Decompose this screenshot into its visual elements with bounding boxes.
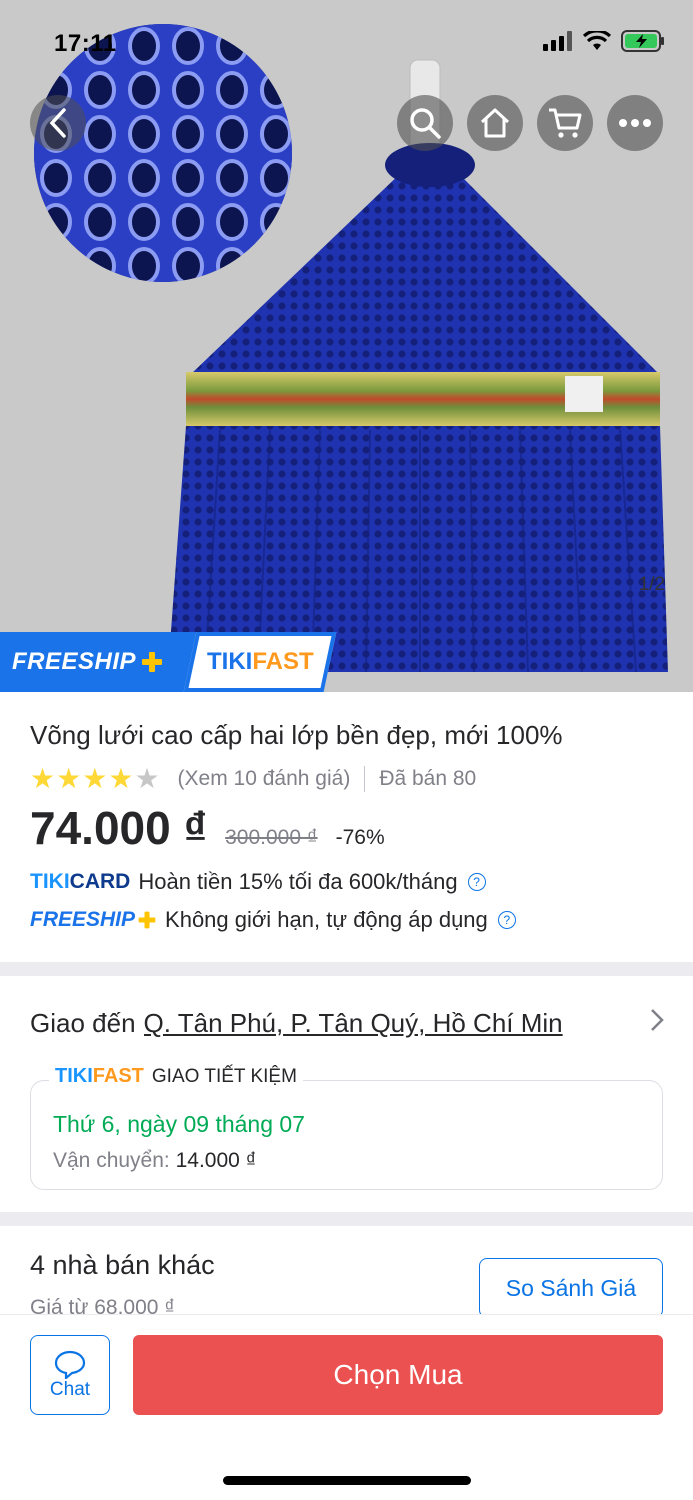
star-icon: ★ [134, 763, 160, 794]
discount-badge: -76% [335, 826, 385, 849]
home-button[interactable] [467, 95, 523, 151]
home-indicator [223, 1476, 471, 1485]
star-icon: ★ [30, 763, 56, 794]
plus-icon [142, 652, 163, 672]
tikifast-badge-fast: FAST [251, 648, 314, 675]
other-sellers-title: 4 nhà bán khác [30, 1250, 215, 1280]
back-button[interactable] [30, 95, 86, 151]
tikifast-logo-tiki: TIKI [55, 1065, 93, 1087]
product-info: Võng lưới cao cấp hai lớp bền đẹp, mới 1… [0, 692, 693, 933]
original-price: 300.000 ₫ [225, 826, 318, 849]
tikifast-badge-tiki: TIKI [206, 648, 252, 675]
chat-button[interactable]: Chat [30, 1335, 110, 1415]
delivery-section[interactable]: Giao đến Q. Tân Phú, P. Tân Quý, Hồ Chí … [0, 976, 693, 1190]
more-button[interactable] [607, 95, 663, 151]
price-row: 74.000 ₫ 300.000 ₫ -76% [30, 801, 663, 855]
tikicard-logo-tiki: TIKI [30, 870, 70, 893]
freeship-logo: FREESHIP [30, 908, 157, 932]
shipping-fee: Vận chuyển: 14.000 ₫ [53, 1149, 256, 1173]
cart-button[interactable] [537, 95, 593, 151]
section-separator [0, 1212, 693, 1226]
more-dots-icon [619, 119, 651, 127]
signal-icon [543, 31, 572, 51]
delivery-date: Thứ 6, ngày 09 tháng 07 [53, 1111, 305, 1137]
freeship-logo-text: FREESHIP [30, 908, 136, 931]
search-button[interactable] [397, 95, 453, 151]
chevron-right-icon[interactable] [649, 1006, 665, 1034]
tikifast-badge: TIKIFAST [183, 632, 337, 692]
shipping-service-name: GIAO TIẾT KIỆM [151, 1065, 297, 1087]
promo-badges: FREESHIP TIKIFAST [0, 632, 337, 692]
sold-count: Đã bán 80 [379, 767, 477, 790]
divider [364, 766, 366, 792]
star-icon: ★ [108, 763, 134, 794]
freeship-badge: FREESHIP [0, 632, 196, 692]
star-icon: ★ [56, 763, 82, 794]
star-icon: ★ [82, 763, 108, 794]
tikicard-logo: TIKICARD [30, 870, 130, 894]
rating-stars: ★ ★ ★ ★ ★ [30, 765, 160, 793]
product-title: Võng lưới cao cấp hai lớp bền đẹp, mới 1… [30, 720, 563, 750]
shipping-service-label: TIKIFAST GIAO TIẾT KIỆM [49, 1065, 303, 1088]
other-sellers-section: 4 nhà bán khác Giá từ 68.000 ₫ So Sánh G… [0, 1226, 693, 1316]
tikifast-logo-fast: FAST [92, 1065, 144, 1087]
tikifast-logo: TIKIFAST [55, 1065, 144, 1088]
status-time: 17:11 [54, 30, 117, 57]
bottom-action-bar: Chat Chọn Mua [0, 1314, 693, 1500]
tikicard-logo-card: CARD [69, 870, 131, 893]
chat-label: Chat [49, 1379, 91, 1400]
status-bar: 17:11 [0, 0, 693, 70]
tikicard-text: Hoàn tiền 15% tối đa 600k/tháng [138, 869, 458, 894]
shipping-fee-label: Vận chuyển: [53, 1149, 170, 1172]
current-price: 74.000 ₫ [30, 802, 208, 854]
reviews-link[interactable]: (Xem 10 đánh giá) [178, 767, 351, 791]
product-image-gallery[interactable]: 17:11 1/2 [0, 0, 693, 692]
delivery-address[interactable]: Q. Tân Phú, P. Tân Quý, Hồ Chí Min [144, 1008, 602, 1039]
search-icon [410, 108, 441, 139]
battery-charging-icon [621, 30, 664, 52]
freeship-badge-label: FREESHIP [12, 648, 137, 675]
plus-icon [138, 911, 156, 929]
freeship-promo[interactable]: FREESHIP Không giới hạn, tự động áp dụng… [30, 907, 663, 933]
other-sellers-price: Giá từ 68.000 ₫ [30, 1296, 176, 1316]
help-icon[interactable]: ? [467, 873, 486, 891]
delivery-prefix: Giao đến [30, 1008, 136, 1038]
tikicard-promo[interactable]: TIKICARD Hoàn tiền 15% tối đa 600k/tháng… [30, 869, 663, 895]
chevron-left-icon [49, 108, 66, 138]
cart-icon [549, 108, 582, 138]
shipping-fee-value: 14.000 ₫ [175, 1149, 257, 1172]
image-counter: 1/2 [638, 574, 665, 595]
buy-button[interactable]: Chọn Mua [133, 1335, 663, 1415]
rating-row: ★ ★ ★ ★ ★ (Xem 10 đánh giá) Đã bán 80 [30, 765, 663, 793]
chat-bubble-icon [54, 1350, 86, 1379]
wifi-icon [583, 31, 611, 50]
shipping-option-card: TIKIFAST GIAO TIẾT KIỆM Thứ 6, ngày 09 t… [30, 1065, 663, 1190]
home-icon [480, 108, 510, 138]
help-icon[interactable]: ? [497, 911, 516, 929]
section-separator [0, 962, 693, 976]
compare-price-button[interactable]: So Sánh Giá [479, 1258, 663, 1316]
freeship-text: Không giới hạn, tự động áp dụng [165, 907, 488, 932]
delivery-address-row[interactable]: Giao đến Q. Tân Phú, P. Tân Quý, Hồ Chí … [30, 1008, 663, 1039]
